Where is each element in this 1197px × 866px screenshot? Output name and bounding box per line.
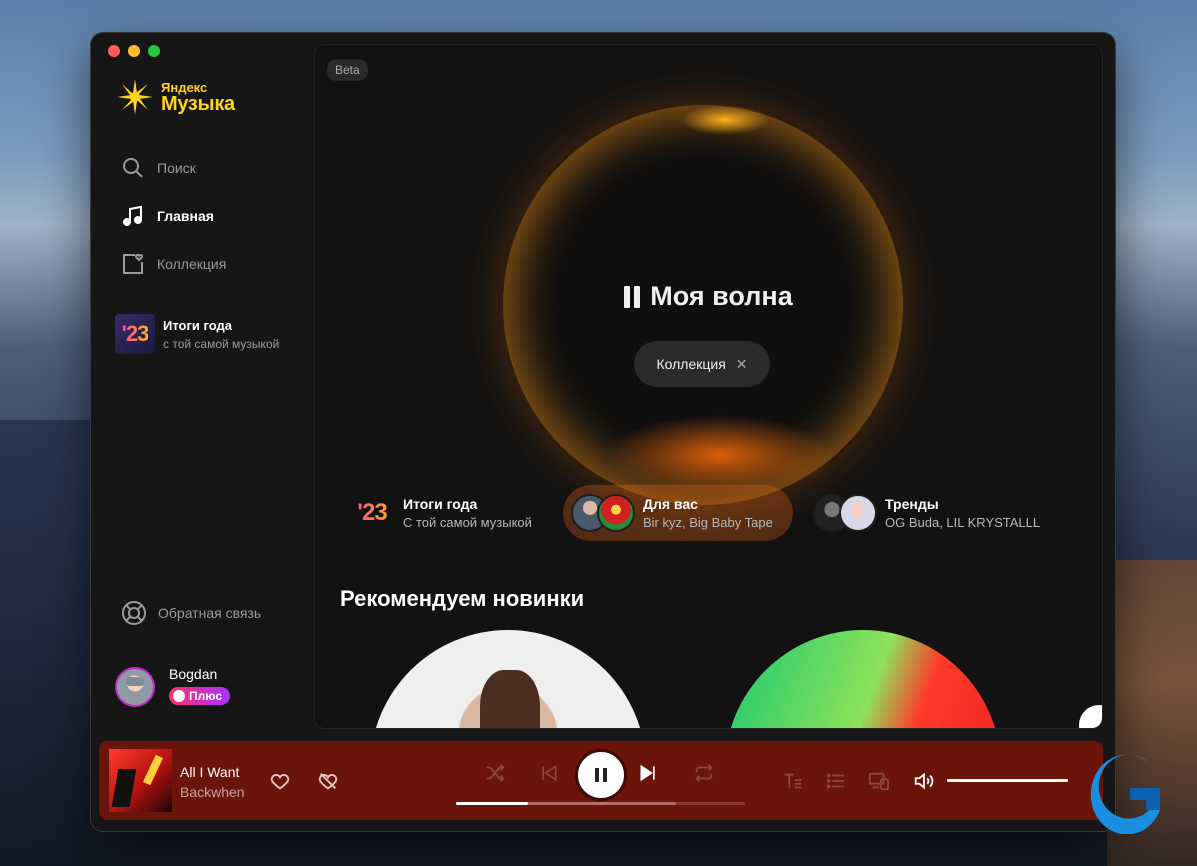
main-content: Beta Моя волна Коллекция ✕ '23 Итоги год…: [315, 45, 1102, 728]
track-cover[interactable]: [109, 749, 172, 812]
shuffle-button[interactable]: [483, 761, 507, 785]
dislike-button[interactable]: [315, 768, 341, 794]
shuffle-icon: [486, 764, 505, 782]
tile-subtitle: Bir kyz, Big Baby Tape: [643, 515, 773, 530]
year-badge-small: '23: [349, 499, 395, 527]
heart-broken-icon: [318, 773, 338, 790]
logo-text-small: Яндекс: [161, 79, 208, 95]
sidebar-item-label: Коллекция: [157, 256, 227, 272]
artist-avatar: [839, 494, 877, 532]
next-button[interactable]: [636, 761, 660, 785]
tile-year-summary[interactable]: '23 Итоги года С той самой музыкой: [341, 485, 544, 541]
artist-avatars: [813, 494, 877, 532]
logo-text-big: Музыка: [161, 92, 235, 115]
app-logo[interactable]: Яндекс Музыка: [115, 77, 235, 117]
lyrics-icon: [784, 773, 802, 789]
user-name: Bogdan: [169, 666, 218, 682]
lifebuoy-icon: [122, 601, 146, 625]
tile-subtitle: С той самой музыкой: [403, 515, 532, 530]
maximize-window-button[interactable]: [148, 45, 160, 57]
tile-trends[interactable]: Тренды OG Buda, LIL KRYSTALLL: [805, 485, 1052, 541]
minimize-window-button[interactable]: [128, 45, 140, 57]
wave-filter-chip[interactable]: Коллекция ✕: [634, 341, 770, 387]
play-pause-button[interactable]: [575, 749, 627, 801]
track-info: All I Want Backwhen: [180, 764, 245, 800]
repeat-button[interactable]: [692, 761, 716, 785]
pause-icon: [593, 768, 609, 782]
chip-label: Коллекция: [656, 356, 726, 372]
sidebar-nav: Поиск Главная Коллекция: [121, 156, 226, 300]
my-wave-label: Моя волна: [650, 281, 793, 311]
year-summary-card[interactable]: '23 Итоги года с той самой музыкой: [115, 314, 279, 354]
close-icon[interactable]: ✕: [736, 356, 748, 373]
avatar: [115, 666, 155, 707]
release-cover[interactable]: [725, 630, 1001, 728]
year-badge: '23: [115, 314, 155, 354]
artist-avatar: [597, 494, 635, 532]
user-profile[interactable]: Bogdan Плюс: [115, 666, 231, 707]
wave-tiles: '23 Итоги года С той самой музыкой Для в…: [315, 485, 1102, 545]
volume-slider[interactable]: [947, 779, 1068, 782]
volume-button[interactable]: [912, 769, 936, 793]
app-window: Яндекс Музыка Поиск Главная Коллекция '2…: [91, 33, 1115, 831]
beta-badge: Beta: [327, 59, 368, 81]
orb-glow-bottom: [605, 415, 835, 495]
next-icon: [640, 764, 655, 782]
progress-bar[interactable]: [456, 802, 745, 805]
feedback-link[interactable]: Обратная связь: [121, 600, 261, 626]
release-cover[interactable]: [1079, 705, 1102, 728]
my-wave-title[interactable]: Моя волна: [315, 281, 1102, 312]
search-icon: [123, 158, 143, 178]
year-card-subtitle: с той самой музыкой: [163, 336, 280, 351]
previous-icon: [542, 764, 557, 782]
collection-heart-icon: [123, 253, 143, 274]
section-title: Рекомендуем новинки: [340, 586, 585, 611]
track-title[interactable]: All I Want: [180, 764, 245, 780]
like-button[interactable]: [267, 768, 293, 794]
sun-logo-icon: [117, 79, 153, 115]
artist-avatars: [571, 494, 635, 532]
repeat-icon: [695, 764, 713, 782]
heart-icon: [270, 774, 290, 790]
year-card-title: Итоги года: [163, 317, 232, 333]
devices-icon: [868, 772, 890, 791]
lyrics-button[interactable]: [781, 769, 805, 793]
sidebar-item-label: Поиск: [157, 160, 196, 176]
close-window-button[interactable]: [108, 45, 120, 57]
orb-glow-top: [680, 105, 770, 135]
sidebar-item-collection[interactable]: Коллекция: [121, 252, 226, 276]
music-note-icon: [123, 205, 142, 226]
track-artist[interactable]: Backwhen: [180, 784, 245, 800]
sidebar-item-home[interactable]: Главная: [121, 204, 226, 228]
release-cover[interactable]: [370, 630, 646, 728]
pause-icon: [624, 285, 641, 308]
watermark-g-logo-icon: [1090, 754, 1160, 834]
tile-for-you[interactable]: Для вас Bir kyz, Big Baby Tape: [563, 485, 793, 541]
progress-fill: [456, 802, 529, 805]
tile-subtitle: OG Buda, LIL KRYSTALLL: [885, 515, 1041, 530]
tile-title: Итоги года: [403, 496, 478, 512]
sidebar-item-search[interactable]: Поиск: [121, 156, 226, 180]
plus-badge[interactable]: Плюс: [169, 687, 231, 705]
tile-title: Тренды: [885, 496, 939, 512]
volume-fill: [947, 779, 1068, 782]
plus-label: Плюс: [189, 689, 223, 703]
player-bar: All I Want Backwhen: [99, 741, 1103, 820]
plus-logo-icon: [173, 690, 185, 702]
desktop-wallpaper-left: [0, 420, 92, 866]
window-controls: [108, 45, 160, 57]
volume-icon: [914, 772, 934, 790]
sidebar-item-label: Главная: [157, 208, 214, 224]
previous-button[interactable]: [537, 761, 561, 785]
devices-button[interactable]: [867, 769, 891, 793]
queue-button[interactable]: [824, 769, 848, 793]
tile-title: Для вас: [643, 496, 698, 512]
feedback-label: Обратная связь: [158, 605, 262, 621]
queue-list-icon: [826, 773, 845, 789]
